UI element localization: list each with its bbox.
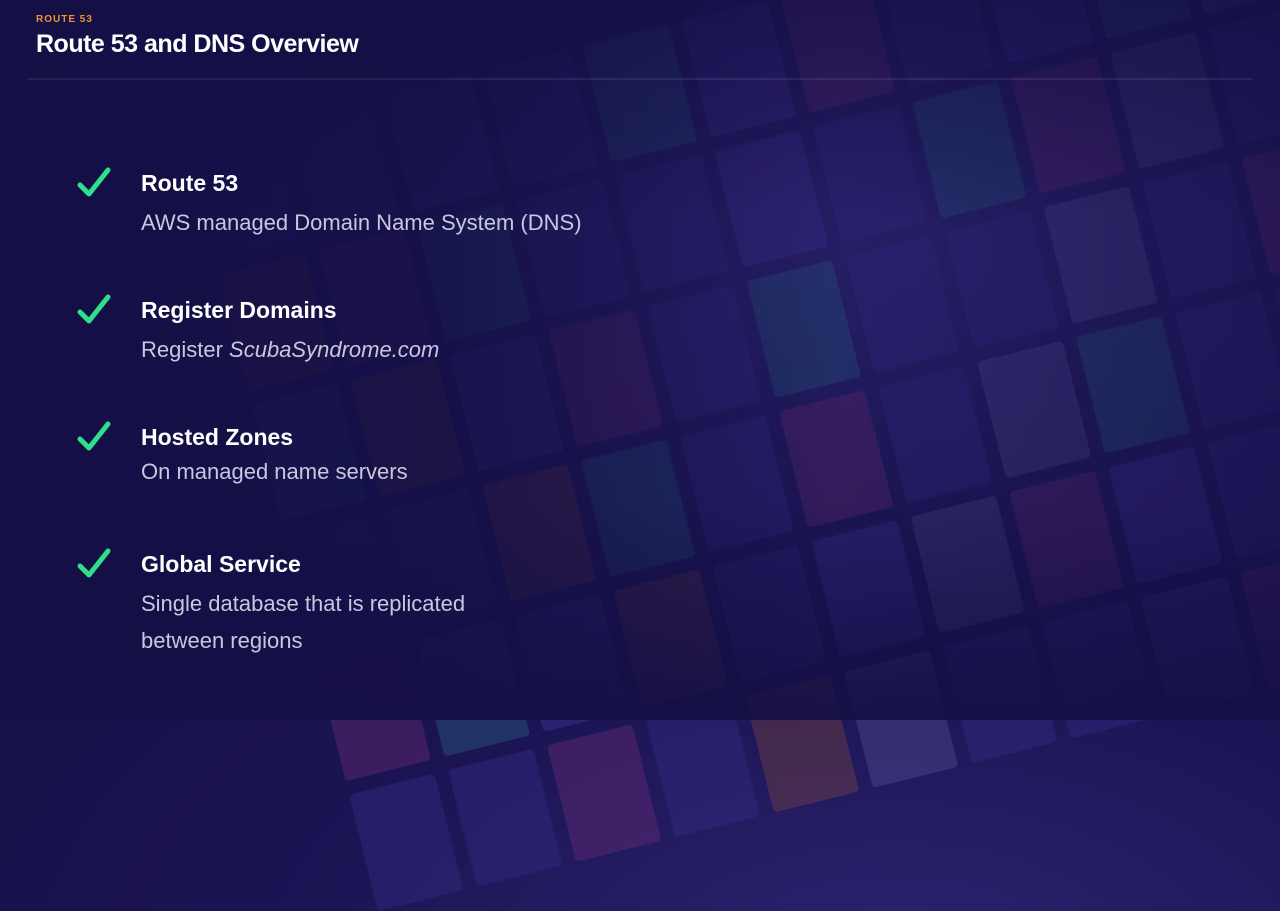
background-tile (813, 105, 928, 244)
background-tile (845, 235, 960, 374)
slide-header: ROUTE 53 Route 53 and DNS Overview (36, 14, 359, 59)
description-line: between regions (141, 628, 303, 653)
background-tile (1174, 291, 1280, 430)
background-tile (582, 24, 698, 163)
background-tile (1176, 0, 1280, 15)
background-tile (944, 210, 1059, 349)
checkmark-icon (77, 421, 111, 451)
background-tile (942, 625, 1058, 764)
background-tile (843, 650, 959, 788)
background-tile (912, 80, 1027, 219)
list-item-register-domains: Register Domains Register ScubaSyndrome.… (0, 294, 800, 417)
item-description: On managed name servers (141, 459, 408, 484)
background-tile (1209, 6, 1280, 145)
header-divider (28, 78, 1252, 80)
background-tile (1075, 316, 1191, 454)
background-tile (978, 0, 1094, 64)
background-tile (1239, 551, 1280, 690)
background-tile (1043, 186, 1158, 324)
list-item-route-53: Route 53 AWS managed Domain Name System … (0, 167, 800, 290)
checkmark-icon (77, 167, 111, 197)
background-tile (1108, 446, 1223, 584)
background-tile (1241, 136, 1280, 275)
background-tile (1077, 0, 1193, 40)
item-title: Global Service (141, 551, 301, 577)
background-tile (546, 724, 662, 862)
list-item-hosted-zones: Hosted Zones On managed name servers (0, 421, 800, 544)
item-description: Single database that is replicated betwe… (141, 585, 701, 659)
list-item-global-service: Global Service Single database that is r… (0, 548, 800, 671)
item-description: Register ScubaSyndrome.com (141, 331, 701, 368)
background-tile (877, 365, 993, 504)
checkmark-icon (77, 294, 111, 324)
background-tile (1142, 161, 1257, 300)
item-title: Hosted Zones (141, 424, 294, 450)
background-tile (1041, 600, 1157, 739)
background-tile (744, 674, 860, 813)
item-description: AWS managed Domain Name System (DNS) (141, 210, 582, 235)
background-tile (811, 520, 926, 658)
background-tile (1140, 576, 1256, 714)
background-tile (1207, 421, 1280, 560)
item-title: Route 53 (141, 170, 239, 196)
page-title: Route 53 and DNS Overview (36, 30, 359, 58)
background-tile (976, 340, 1092, 479)
section-eyebrow: ROUTE 53 (36, 14, 93, 25)
background-tile (483, 49, 599, 188)
background-tile (879, 0, 995, 89)
background-tile (1009, 470, 1124, 609)
background-tile (780, 0, 896, 114)
background-tile (1011, 56, 1126, 194)
background-tile (681, 0, 797, 138)
description-prefix: Register (141, 337, 230, 362)
background-tile (1110, 31, 1225, 170)
item-title: Register Domains (141, 297, 337, 323)
checkmark-icon (77, 548, 111, 578)
domain-name: ScubaSyndrome.com (229, 337, 440, 362)
description-line: Single database that is replicated (141, 591, 466, 616)
background-tile (447, 748, 563, 887)
background-tile (910, 495, 1025, 634)
background-tile (1273, 266, 1280, 405)
background-tile (645, 699, 761, 838)
background-tile (348, 773, 464, 911)
